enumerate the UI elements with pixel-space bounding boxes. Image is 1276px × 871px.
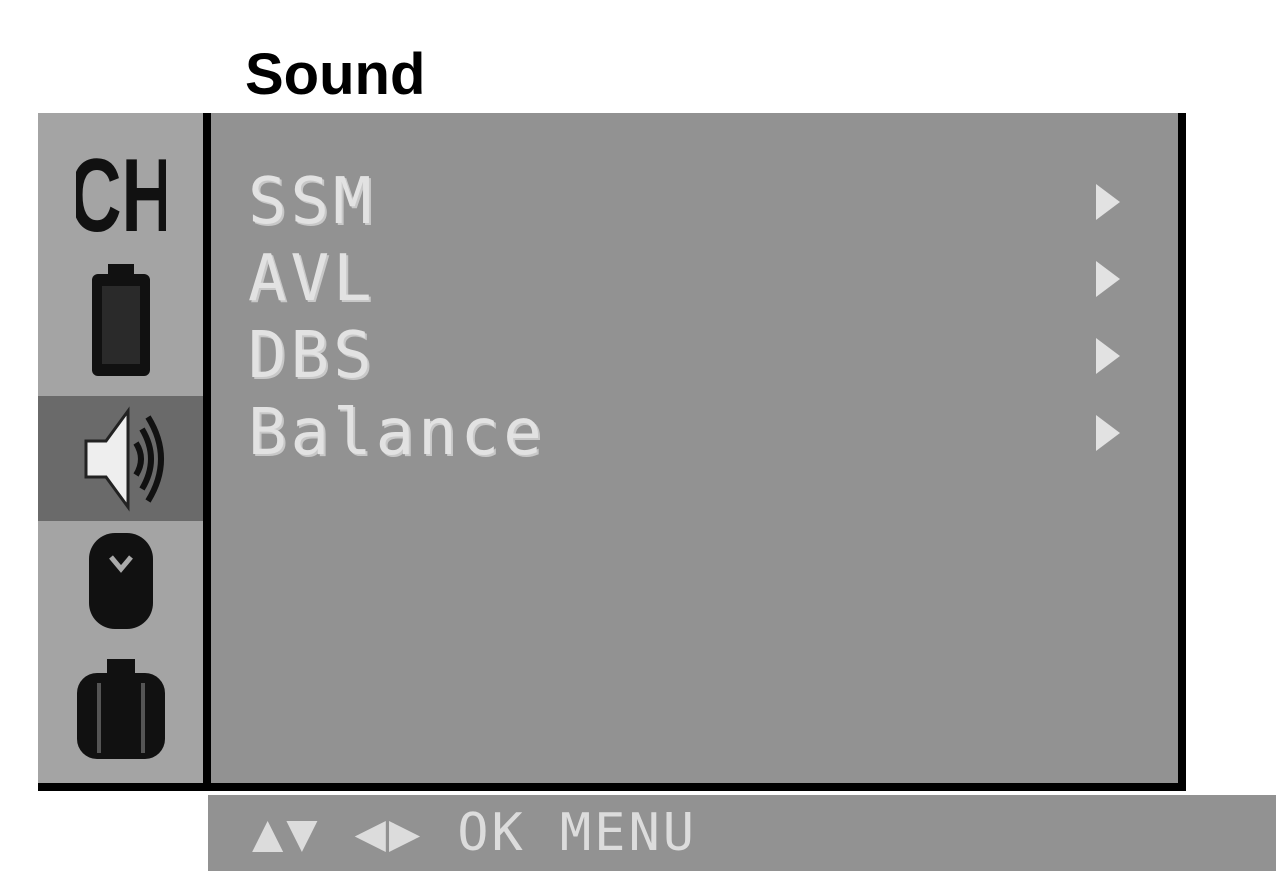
menu-item-label: SSM (248, 164, 376, 239)
channel-ch-icon: CH (76, 138, 166, 243)
chevron-right-icon (1096, 337, 1120, 374)
sidebar-item-sound[interactable] (38, 396, 203, 521)
picture-icon (91, 264, 150, 376)
osd-menu-panel: CH (38, 113, 1186, 791)
chevron-right-icon (1096, 260, 1120, 297)
left-right-arrows-icon: ◀▶ (354, 803, 424, 863)
speaker-icon (84, 405, 164, 512)
menu-item-dbs[interactable]: DBS (248, 317, 1148, 394)
special-icon (76, 659, 165, 759)
menu-item-label: AVL (248, 241, 376, 316)
time-icon (88, 533, 153, 629)
menu-item-balance[interactable]: Balance (248, 394, 1148, 471)
menu-item-avl[interactable]: AVL (248, 240, 1148, 317)
menu-item-label: DBS (248, 318, 376, 393)
menu-item-ssm[interactable]: SSM (248, 163, 1148, 240)
chevron-right-icon (1096, 414, 1120, 451)
page-title: Sound (245, 42, 426, 107)
category-sidebar: CH (38, 113, 211, 783)
navigation-hint-bar: ▲▼ ◀▶ OK MENU (208, 795, 1276, 871)
sidebar-item-picture[interactable] (38, 264, 203, 376)
ok-hint: OK (457, 803, 526, 863)
svg-text:CH: CH (76, 138, 166, 243)
sound-menu-list: SSM AVL DBS Balance (248, 163, 1148, 471)
up-down-arrows-icon: ▲▼ (252, 803, 321, 863)
chevron-right-icon (1096, 183, 1120, 220)
sidebar-item-time[interactable] (38, 523, 203, 633)
sidebar-item-channel[interactable]: CH (38, 133, 203, 243)
sidebar-item-special[interactable] (38, 653, 203, 763)
menu-item-label: Balance (248, 395, 546, 470)
menu-hint: MENU (559, 803, 698, 863)
